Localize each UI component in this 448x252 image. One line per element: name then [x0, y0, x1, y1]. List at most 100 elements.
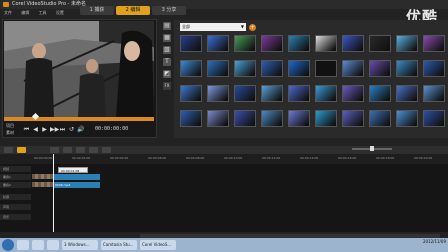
track-header-video[interactable]: 视频 — [0, 166, 31, 172]
taskbar-app-icon[interactable] — [17, 240, 29, 250]
overlay-clip[interactable]: 0006.mp4 — [53, 182, 100, 188]
redo-button[interactable] — [63, 147, 72, 153]
filter-thumbnail[interactable] — [288, 110, 311, 135]
start-button[interactable] — [2, 239, 14, 251]
timeline-view-button[interactable] — [17, 147, 26, 153]
track-header-music[interactable]: 音乐 — [0, 214, 31, 220]
filter-thumbnail[interactable] — [396, 85, 419, 110]
video-clip-thumbnail[interactable] — [32, 174, 53, 179]
track-header-voice[interactable]: 声音 — [0, 204, 31, 210]
preview-video[interactable] — [4, 21, 154, 117]
storyboard-view-button[interactable] — [4, 147, 13, 153]
filter-thumbnail[interactable] — [261, 35, 284, 60]
filter-thumbnail[interactable] — [423, 35, 446, 60]
filter-thumbnail[interactable] — [180, 85, 203, 110]
add-icon[interactable]: + — [249, 23, 256, 31]
menu-tools[interactable]: 工具 — [39, 10, 47, 15]
taskbar-app-icon[interactable] — [32, 240, 44, 250]
filter-thumbnail[interactable] — [207, 35, 230, 60]
video-clip[interactable] — [53, 174, 100, 180]
end-icon[interactable]: ⏭ — [59, 126, 66, 133]
filter-thumbnail[interactable] — [342, 35, 365, 60]
zoom-slider-handle[interactable] — [370, 146, 374, 151]
filter-thumbnail[interactable] — [234, 110, 257, 135]
mode-project[interactable]: 项目 — [6, 123, 22, 129]
menu-edit[interactable]: 编辑 — [21, 10, 29, 15]
filter-thumbnail[interactable] — [288, 85, 311, 110]
undo-button[interactable] — [50, 147, 59, 153]
filter-thumbnail[interactable] — [180, 110, 203, 135]
overlay-clip-thumbnail[interactable] — [32, 182, 53, 187]
preview-scrubber[interactable] — [4, 117, 154, 121]
track-header-overlay1[interactable]: 覆叠1 — [0, 174, 31, 180]
library-category-dropdown[interactable]: 全部 ▼ — [180, 23, 246, 31]
filter-thumbnail[interactable] — [396, 60, 419, 85]
step-edit[interactable]: 2 编辑 — [116, 6, 150, 15]
filter-thumbnail[interactable] — [315, 110, 338, 135]
filter-thumbnail[interactable] — [369, 85, 392, 110]
audio-mixer-button[interactable] — [89, 147, 98, 153]
filter-thumbnail[interactable] — [234, 85, 257, 110]
filter-thumbnail[interactable] — [261, 60, 284, 85]
prev-frame-icon[interactable]: ◀ — [32, 126, 39, 133]
filter-icon[interactable]: FX — [163, 82, 171, 90]
taskbar-app-icon[interactable] — [47, 240, 59, 250]
filter-thumbnail[interactable] — [288, 35, 311, 60]
filter-thumbnail[interactable] — [423, 110, 446, 135]
filter-thumbnail[interactable] — [261, 110, 284, 135]
title-bar: Corel VideoStudio Pro - 未命名 — [0, 0, 448, 9]
next-frame-icon[interactable]: ▶▶ — [50, 126, 59, 133]
filter-thumbnail[interactable] — [369, 60, 392, 85]
filter-thumbnail[interactable] — [315, 85, 338, 110]
filter-thumbnail[interactable] — [396, 35, 419, 60]
instant-project-icon[interactable]: ▦ — [163, 34, 171, 42]
filter-thumbnail[interactable] — [369, 35, 392, 60]
graphics-icon[interactable]: ◩ — [163, 70, 171, 78]
filter-thumbnail[interactable] — [234, 60, 257, 85]
filter-thumbnail[interactable] — [207, 85, 230, 110]
filter-thumbnail[interactable] — [315, 60, 338, 85]
ruler-tick-label: 00:00:12:00 — [262, 156, 281, 160]
filter-preview-image — [234, 60, 256, 77]
play-icon[interactable]: ▶ — [41, 126, 48, 133]
repeat-icon[interactable]: ↺ — [68, 126, 75, 133]
taskbar-item-windows[interactable]: 3 Windows... — [62, 240, 98, 250]
filter-thumbnail[interactable] — [180, 35, 203, 60]
menu-file[interactable]: 文件 — [4, 10, 12, 15]
track-header-overlay2[interactable]: 覆叠2 — [0, 182, 31, 188]
record-button[interactable] — [76, 147, 85, 153]
menu-settings[interactable]: 设置 — [56, 10, 64, 15]
filter-thumbnail[interactable] — [396, 110, 419, 135]
filter-thumbnail[interactable] — [423, 60, 446, 85]
filter-thumbnail[interactable] — [207, 60, 230, 85]
taskbar-item-camtasia[interactable]: Camtasia Stu... — [101, 240, 137, 250]
filter-thumbnail[interactable] — [234, 35, 257, 60]
filter-thumbnail[interactable] — [261, 85, 284, 110]
taskbar-item-videostudio[interactable]: Corel VideoS... — [140, 240, 176, 250]
filter-thumbnail[interactable] — [207, 110, 230, 135]
playhead[interactable] — [53, 154, 54, 232]
media-icon[interactable]: ▤ — [163, 22, 171, 30]
filter-thumbnail[interactable] — [369, 110, 392, 135]
volume-icon[interactable]: 🔊 — [77, 126, 84, 133]
filter-thumbnail[interactable] — [180, 60, 203, 85]
filter-thumbnail[interactable] — [315, 35, 338, 60]
filter-thumbnail[interactable] — [342, 85, 365, 110]
timeline-ruler[interactable]: 00:00:00:00 00:00:02:00 00:00:04:00 00:00:0… — [0, 154, 448, 164]
home-icon[interactable]: ⏮ — [23, 126, 30, 133]
step-capture[interactable]: 1 捕获 — [80, 6, 114, 15]
transition-icon[interactable]: ▧ — [163, 46, 171, 54]
filter-preview-image — [180, 85, 202, 102]
timecode-display[interactable]: 00:00:00:00 — [95, 126, 128, 132]
filter-thumbnail[interactable] — [423, 85, 446, 110]
preview-controls: 项目 素材 ⏮ ◀ ▶ ▶▶ ⏭ ↺ 🔊 00:00:00:00 — [4, 122, 154, 136]
filter-thumbnail[interactable] — [342, 60, 365, 85]
track-header-title[interactable]: 标题 — [0, 194, 31, 200]
auto-music-button[interactable] — [102, 147, 111, 153]
title-icon[interactable]: T — [163, 58, 171, 66]
step-share[interactable]: 3 分享 — [152, 6, 186, 15]
filter-thumbnail[interactable] — [342, 110, 365, 135]
filter-preview-image — [396, 60, 418, 77]
mode-clip[interactable]: 素材 — [6, 130, 22, 136]
filter-thumbnail[interactable] — [288, 60, 311, 85]
